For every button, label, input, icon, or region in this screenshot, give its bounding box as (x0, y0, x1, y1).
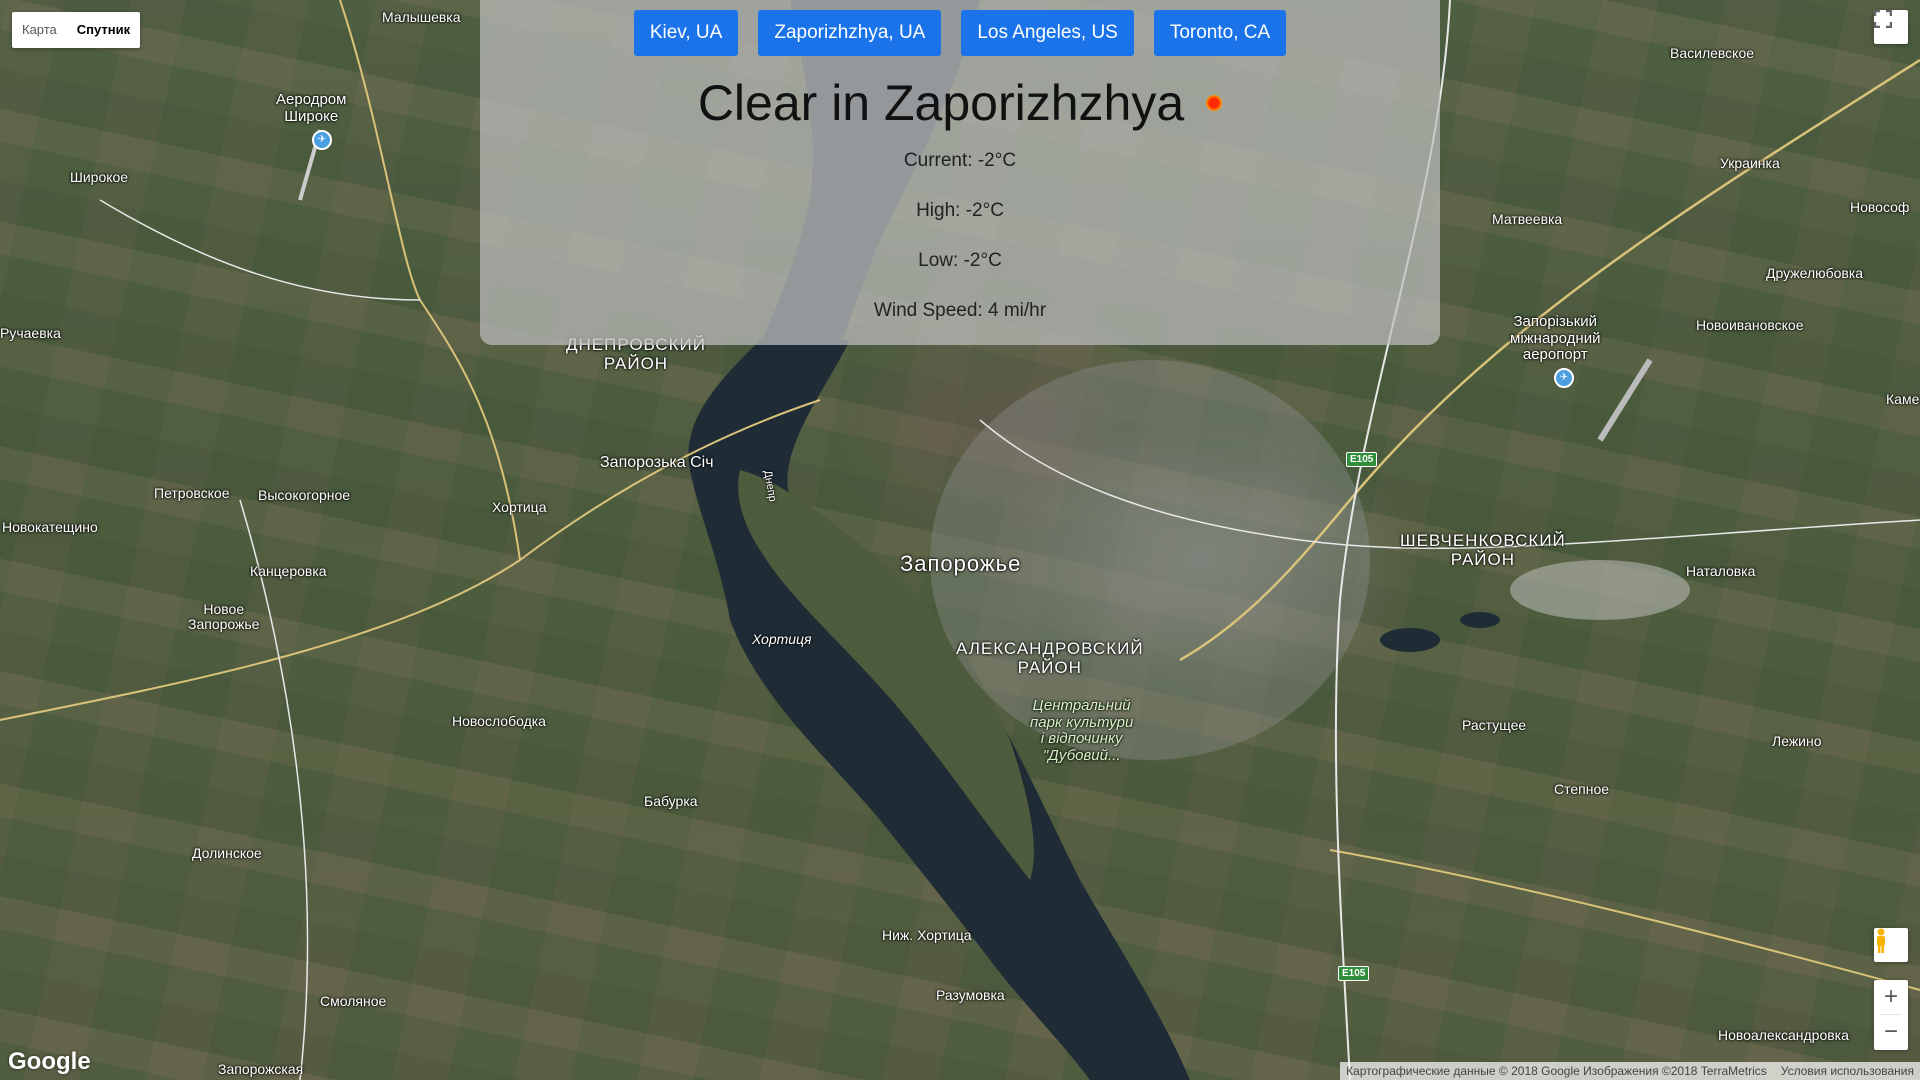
place-label: Лежино (1772, 733, 1822, 749)
place-label: Разумовка (936, 987, 1005, 1003)
place-label: Малышевка (382, 9, 461, 25)
fullscreen-button[interactable] (1874, 10, 1908, 44)
place-label: Долинское (192, 845, 262, 861)
quarry (1380, 628, 1440, 652)
place-label: Высокогорное (258, 487, 351, 503)
place-label: Дружелюбовка (1766, 265, 1864, 281)
place-label: Петровское (154, 485, 230, 501)
place-label: Новое Запорожье (188, 601, 260, 633)
high-temperature: High: -2°C (916, 200, 1004, 221)
city-button-kiev[interactable]: Kiev, UA (633, 10, 739, 56)
place-label: Ниж. Хортица (882, 927, 972, 943)
road (1329, 849, 1920, 991)
place-label: Каме (1886, 391, 1920, 407)
low-temperature: Low: -2°C (918, 250, 1002, 271)
city-label: Запорожье (900, 551, 1022, 576)
place-label: Новослободка (452, 713, 546, 729)
district-label: АЛЕКСАНДРОВСКИЙ РАЙОН (956, 639, 1144, 677)
place-label: Растущее (1462, 717, 1527, 733)
wind-speed: Wind Speed: 4 mi/hr (873, 300, 1047, 321)
place-label: Новоивановское (1696, 317, 1804, 333)
road (99, 199, 421, 301)
road-shield: E105 (1338, 966, 1370, 981)
google-logo[interactable]: Google (8, 1048, 91, 1076)
place-label: Запорожская (218, 1061, 304, 1077)
map-type-control: Карта Спутник (12, 12, 141, 48)
place-label: Бабурка (644, 793, 698, 809)
city-button-zaporizhzhya[interactable]: Zaporizhzhya, UA (758, 10, 942, 56)
place-label: Новоалександровка (1718, 1027, 1849, 1043)
district-label: ШЕВЧЕНКОВСКИЙ РАЙОН (1400, 531, 1566, 569)
zoom-control: + − (1874, 980, 1908, 1050)
place-label: Новокатещино (2, 519, 98, 535)
map-type-map-button[interactable]: Карта (12, 12, 67, 48)
place-label: Широкое (70, 169, 129, 185)
place-label: Новософ (1850, 199, 1910, 215)
road-shield: E105 (1346, 452, 1378, 467)
place-label: Смоляное (320, 993, 387, 1009)
zoom-out-button[interactable]: − (1874, 1015, 1908, 1049)
weather-title-text: Clear in Zaporizhzhya (697, 74, 1185, 131)
city-button-toronto[interactable]: Toronto, CA (1153, 10, 1287, 56)
place-label: Ручаевка (0, 325, 61, 341)
place-label: Матвеевка (1492, 211, 1563, 227)
park-label: Центральний парк культури і відпочинку "… (1030, 697, 1134, 764)
attribution-text: Картографические данные © 2018 Google Из… (1346, 1064, 1767, 1078)
street-view-button[interactable] (1874, 928, 1908, 962)
city-button-los-angeles[interactable]: Los Angeles, US (961, 10, 1134, 56)
place-label: Степное (1554, 781, 1610, 797)
airport-icon[interactable]: ✈ (312, 130, 332, 150)
airport-runway (1597, 358, 1653, 442)
place-label: Украинка (1720, 155, 1780, 171)
place-label: Василевское (1670, 45, 1755, 61)
place-label: Канцеровка (250, 563, 327, 579)
landmark-label: Запорозька Січ (600, 454, 714, 471)
map-type-satellite-button[interactable]: Спутник (67, 12, 140, 48)
current-temperature: Current: -2°C (903, 150, 1017, 171)
place-label: Аеродром Широке (276, 91, 347, 125)
weather-panel: Kiev, UA Zaporizhzhya, UA Los Angeles, U… (480, 0, 1440, 345)
city-button-bar: Kiev, UA Zaporizhzhya, UA Los Angeles, U… (480, 10, 1440, 56)
pegman-icon (1877, 928, 1885, 953)
zoom-in-button[interactable]: + (1874, 980, 1908, 1014)
terms-link[interactable]: Условия использования (1781, 1064, 1914, 1078)
island-label: Хортиця (752, 631, 812, 647)
airport-icon[interactable]: ✈ (1554, 368, 1574, 388)
sun-icon (1206, 94, 1223, 111)
place-label: Хортица (492, 499, 547, 515)
weather-title: Clear in Zaporizhzhya (480, 70, 1440, 132)
fullscreen-icon (1874, 10, 1892, 28)
quarry (1460, 612, 1500, 628)
road (239, 499, 309, 1080)
place-label: Запорізький міжнародний аеропорт (1510, 313, 1601, 363)
place-label: Наталовка (1686, 563, 1756, 579)
map-attribution: Картографические данные © 2018 Google Из… (1340, 1062, 1920, 1080)
